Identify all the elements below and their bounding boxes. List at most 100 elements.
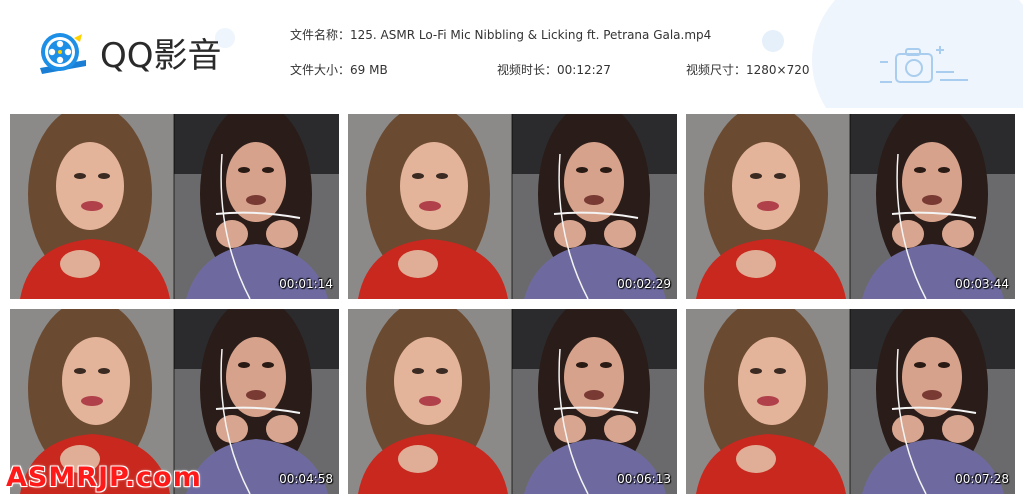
right-face bbox=[226, 337, 286, 417]
thumbnail[interactable]: 00:03:44 bbox=[686, 114, 1015, 299]
left-face bbox=[400, 142, 468, 230]
logo-text: QQ影音 bbox=[100, 36, 222, 76]
left-eye bbox=[774, 173, 786, 179]
right-eye bbox=[914, 167, 926, 173]
right-hand bbox=[554, 220, 586, 248]
video-frame bbox=[348, 309, 677, 494]
right-eye bbox=[914, 362, 926, 368]
right-hand bbox=[266, 415, 298, 443]
thumbnail[interactable]: 00:01:14 bbox=[10, 114, 339, 299]
left-hand bbox=[398, 250, 438, 278]
left-face bbox=[394, 337, 462, 425]
left-eye bbox=[412, 173, 424, 179]
left-hand bbox=[736, 250, 776, 278]
right-eye bbox=[576, 167, 588, 173]
left-face bbox=[738, 337, 806, 425]
video-frame bbox=[348, 114, 677, 299]
left-mouth bbox=[419, 201, 441, 211]
right-face bbox=[564, 337, 624, 417]
thumbnail-timestamp: 00:04:58 bbox=[279, 472, 333, 486]
left-eye bbox=[436, 173, 448, 179]
thumbnail-timestamp: 00:03:44 bbox=[955, 277, 1009, 291]
duration-label: 视频时长： bbox=[497, 63, 558, 77]
right-eye bbox=[600, 167, 612, 173]
left-mouth bbox=[757, 396, 779, 406]
left-hand bbox=[60, 250, 100, 278]
left-eye bbox=[98, 173, 110, 179]
right-hand bbox=[892, 415, 924, 443]
left-mouth bbox=[419, 396, 441, 406]
right-eye bbox=[938, 167, 950, 173]
file-name-info: 文件名称：125. ASMR Lo-Fi Mic Nibbling & Lick… bbox=[290, 26, 711, 43]
right-hand bbox=[942, 220, 974, 248]
left-mouth bbox=[81, 201, 103, 211]
file-name-label: 文件名称： bbox=[290, 28, 351, 42]
left-eye bbox=[774, 368, 786, 374]
dimension-label: 视频尺寸： bbox=[686, 63, 747, 77]
left-mouth bbox=[81, 396, 103, 406]
watermark: ASMRJP.com bbox=[6, 462, 202, 493]
right-eye bbox=[600, 362, 612, 368]
right-eye bbox=[262, 167, 274, 173]
thumbnail-grid: 00:01:14 00:02:29 00:03:44 00:04:58 00:0… bbox=[10, 114, 1015, 494]
right-eye bbox=[938, 362, 950, 368]
right-hand bbox=[892, 220, 924, 248]
file-size-label: 文件大小： bbox=[290, 63, 351, 77]
left-hand bbox=[736, 445, 776, 473]
right-hand bbox=[554, 415, 586, 443]
header: QQ影音 文件名称：125. ASMR Lo-Fi Mic Nibbling &… bbox=[0, 0, 1023, 108]
left-hand bbox=[398, 445, 438, 473]
left-mouth bbox=[757, 201, 779, 211]
app-logo: QQ影音 bbox=[36, 28, 222, 77]
left-face bbox=[56, 142, 124, 230]
left-eye bbox=[436, 368, 448, 374]
file-name-value: 125. ASMR Lo-Fi Mic Nibbling & Licking f… bbox=[350, 28, 712, 42]
dimension-value: 1280×720 bbox=[746, 63, 810, 77]
thumbnail[interactable]: 00:07:28 bbox=[686, 309, 1015, 494]
right-face bbox=[902, 142, 962, 222]
right-hand bbox=[604, 415, 636, 443]
left-eye bbox=[74, 173, 86, 179]
thumbnail[interactable]: 00:06:13 bbox=[348, 309, 677, 494]
right-eye bbox=[262, 362, 274, 368]
video-frame bbox=[686, 309, 1015, 494]
left-face bbox=[732, 142, 800, 230]
file-size-value: 69 MB bbox=[350, 63, 388, 77]
thumbnail-timestamp: 00:07:28 bbox=[955, 472, 1009, 486]
right-mouth bbox=[922, 390, 942, 400]
duration-info: 视频时长：00:12:27 bbox=[497, 61, 611, 78]
right-eye bbox=[238, 362, 250, 368]
duration-value: 00:12:27 bbox=[557, 63, 611, 77]
video-frame bbox=[10, 114, 339, 299]
left-eye bbox=[98, 368, 110, 374]
right-mouth bbox=[246, 390, 266, 400]
left-face bbox=[62, 337, 130, 425]
right-hand bbox=[216, 220, 248, 248]
right-mouth bbox=[246, 195, 266, 205]
file-size-info: 文件大小：69 MB bbox=[290, 61, 388, 78]
right-eye bbox=[238, 167, 250, 173]
right-hand bbox=[942, 415, 974, 443]
dimension-info: 视频尺寸：1280×720 bbox=[686, 61, 810, 78]
right-mouth bbox=[584, 195, 604, 205]
right-face bbox=[564, 142, 624, 222]
right-hand bbox=[604, 220, 636, 248]
video-frame bbox=[686, 114, 1015, 299]
camera-icon bbox=[880, 46, 968, 83]
right-eye bbox=[576, 362, 588, 368]
right-mouth bbox=[922, 195, 942, 205]
left-eye bbox=[74, 368, 86, 374]
right-hand bbox=[266, 220, 298, 248]
left-eye bbox=[750, 173, 762, 179]
decorative-circle bbox=[762, 30, 784, 52]
film-reel-icon bbox=[40, 32, 86, 74]
left-eye bbox=[412, 368, 424, 374]
left-eye bbox=[750, 368, 762, 374]
thumbnail-timestamp: 00:02:29 bbox=[617, 277, 671, 291]
right-face bbox=[902, 337, 962, 417]
thumbnail-timestamp: 00:06:13 bbox=[617, 472, 671, 486]
thumbnail-timestamp: 00:01:14 bbox=[279, 277, 333, 291]
thumbnail[interactable]: 00:02:29 bbox=[348, 114, 677, 299]
right-face bbox=[226, 142, 286, 222]
right-mouth bbox=[584, 390, 604, 400]
